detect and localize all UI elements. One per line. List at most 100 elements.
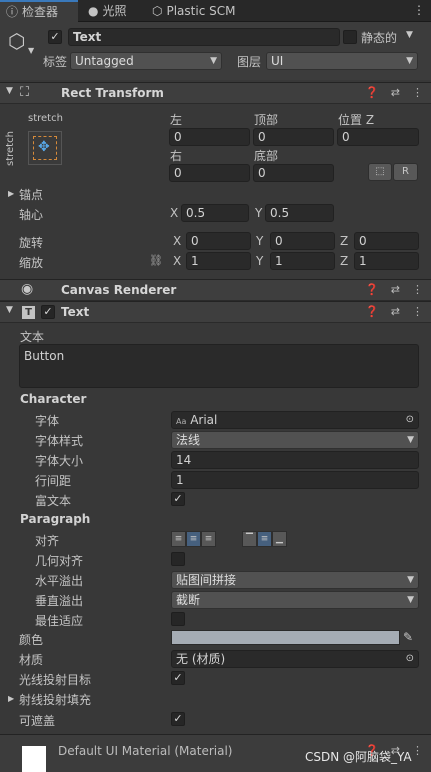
anchor-preset-side-label: stretch [5, 131, 16, 166]
rot-x-field[interactable]: 0 [186, 232, 251, 250]
more-menu-icon[interactable]: ⋮ [412, 283, 423, 296]
scale-z-field[interactable]: 1 [354, 252, 419, 270]
best-fit-checkbox[interactable] [171, 612, 185, 626]
material-preview-thumbnail [22, 746, 46, 772]
pivot-y-field[interactable]: 0.5 [265, 204, 334, 222]
left-label: 左 [170, 113, 183, 127]
object-picker-icon[interactable]: ⊙ [406, 412, 414, 428]
top-field[interactable]: 0 [253, 128, 334, 146]
scale-z-label: Z [340, 254, 349, 268]
anchors-label[interactable]: 锚点 [19, 186, 43, 203]
align-right-icon[interactable]: ≡ [201, 531, 216, 547]
bulb-icon: ● [88, 4, 99, 18]
anchors-foldout-icon[interactable]: ▶ [8, 189, 14, 198]
tab-inspector[interactable]: ⓘ 检查器 [0, 0, 78, 22]
tab-lighting[interactable]: ● 光照 [82, 0, 133, 22]
presets-icon[interactable]: ⇄ [391, 305, 400, 318]
icon-dropdown-arrow-icon[interactable]: ▼ [28, 46, 34, 55]
more-menu-icon[interactable]: ⋮ [412, 86, 423, 99]
tab-bar: ⓘ 检查器 ● 光照 ⬡ Plastic SCM ⋮ [0, 0, 431, 22]
rot-z-field[interactable]: 0 [354, 232, 419, 250]
presets-icon[interactable]: ⇄ [391, 86, 400, 99]
font-style-dropdown[interactable]: 法线 ▼ [171, 431, 419, 449]
align-bottom-icon[interactable]: ▁ [272, 531, 287, 547]
font-style-label: 字体样式 [35, 434, 84, 448]
align-middle-icon[interactable]: ≡ [257, 531, 272, 547]
static-dropdown-arrow-icon[interactable]: ▼ [406, 30, 413, 40]
geometry-alignment-checkbox[interactable] [171, 552, 185, 566]
align-top-icon[interactable]: ▔ [242, 531, 257, 547]
eyedropper-icon[interactable]: ✎ [403, 630, 413, 644]
right-field[interactable]: 0 [169, 164, 250, 182]
component-title: Canvas Renderer [61, 283, 177, 297]
pivot-x-label: X [170, 206, 179, 220]
help-icon[interactable]: ❓ [365, 283, 379, 296]
text-component-header[interactable]: ▼ T ✓ Text ❓ ⇄ ⋮ [0, 301, 431, 323]
object-picker-icon[interactable]: ⊙ [406, 651, 414, 667]
font-asset-icon: Aa [176, 417, 187, 426]
anchor-preset-button[interactable]: ✥ [28, 131, 62, 165]
help-icon[interactable]: ❓ [365, 86, 379, 99]
rotation-label: 旋转 [19, 236, 44, 250]
font-label: 字体 [35, 414, 60, 428]
align-left-icon[interactable]: ≡ [171, 531, 186, 547]
raw-edit-button[interactable]: R [393, 163, 418, 181]
help-icon[interactable]: ❓ [365, 305, 379, 318]
rot-y-label: Y [256, 234, 264, 248]
layer-dropdown[interactable]: UI ▼ [266, 52, 418, 70]
color-label: 颜色 [19, 633, 44, 647]
left-field[interactable]: 0 [169, 128, 250, 146]
raycast-target-checkbox[interactable]: ✓ [171, 671, 185, 685]
tag-value: Untagged [75, 54, 134, 68]
color-swatch[interactable] [171, 630, 400, 645]
posz-field[interactable]: 0 [337, 128, 419, 146]
material-field[interactable]: 无 (材质) ⊙ [171, 650, 419, 668]
scale-x-field[interactable]: 1 [186, 252, 251, 270]
horizontal-overflow-dropdown[interactable]: 贴图间拼接 ▼ [171, 571, 419, 589]
pivot-x-field[interactable]: 0.5 [181, 204, 249, 222]
tag-dropdown[interactable]: Untagged ▼ [70, 52, 222, 70]
scale-y-field[interactable]: 1 [270, 252, 335, 270]
blueprint-mode-button[interactable]: ⬚ [368, 163, 392, 181]
font-style-value: 法线 [176, 433, 201, 447]
posz-label: 位置 Z [338, 113, 375, 127]
plastic-icon: ⬡ [152, 4, 163, 18]
object-name-field[interactable]: Text [68, 28, 340, 46]
horizontal-overflow-value: 贴图间拼接 [176, 573, 237, 587]
raycast-target-label: 光线投射目标 [19, 673, 92, 687]
component-enabled-checkbox[interactable]: ✓ [41, 305, 55, 319]
top-label: 顶部 [254, 113, 279, 127]
more-menu-icon[interactable]: ⋮ [413, 3, 425, 17]
canvas-renderer-header[interactable]: ◉ Canvas Renderer ❓ ⇄ ⋮ [0, 279, 431, 301]
more-menu-icon[interactable]: ⋮ [412, 744, 423, 757]
vertical-overflow-dropdown[interactable]: 截断 ▼ [171, 591, 419, 609]
raycast-padding-foldout-icon[interactable]: ▶ [8, 694, 14, 703]
eye-icon: ◉ [21, 281, 34, 297]
active-checkbox[interactable]: ✓ [48, 30, 62, 44]
tab-plastic-scm[interactable]: ⬡ Plastic SCM [146, 0, 241, 22]
static-checkbox[interactable] [343, 30, 357, 44]
foldout-arrow-icon[interactable]: ▼ [6, 305, 13, 315]
maskable-label: 可遮盖 [19, 714, 56, 728]
presets-icon[interactable]: ⇄ [391, 283, 400, 296]
text-area[interactable]: Button [19, 344, 419, 388]
rich-text-checkbox[interactable]: ✓ [171, 492, 185, 506]
tab-label: 光照 [102, 4, 127, 18]
font-field[interactable]: Aa Arial ⊙ [171, 411, 419, 429]
bottom-field[interactable]: 0 [253, 164, 334, 182]
rot-y-field[interactable]: 0 [270, 232, 335, 250]
link-scale-icon[interactable]: ⛓ [149, 254, 163, 267]
rect-transform-header[interactable]: ▼ ⛶ Rect Transform ❓ ⇄ ⋮ [0, 82, 431, 104]
line-spacing-field[interactable]: 1 [171, 471, 419, 489]
chevron-down-icon: ▼ [406, 56, 413, 66]
text-component-icon: T [22, 306, 35, 319]
maskable-checkbox[interactable]: ✓ [171, 712, 185, 726]
raycast-padding-label[interactable]: 射线投射填充 [19, 691, 91, 708]
pivot-y-label: Y [255, 206, 263, 220]
font-size-field[interactable]: 14 [171, 451, 419, 469]
align-center-icon[interactable]: ≡ [186, 531, 201, 547]
rect-transform-icon: ⛶ [20, 85, 30, 100]
more-menu-icon[interactable]: ⋮ [412, 305, 423, 318]
pivot-label: 轴心 [19, 208, 44, 222]
foldout-arrow-icon[interactable]: ▼ [6, 86, 13, 96]
